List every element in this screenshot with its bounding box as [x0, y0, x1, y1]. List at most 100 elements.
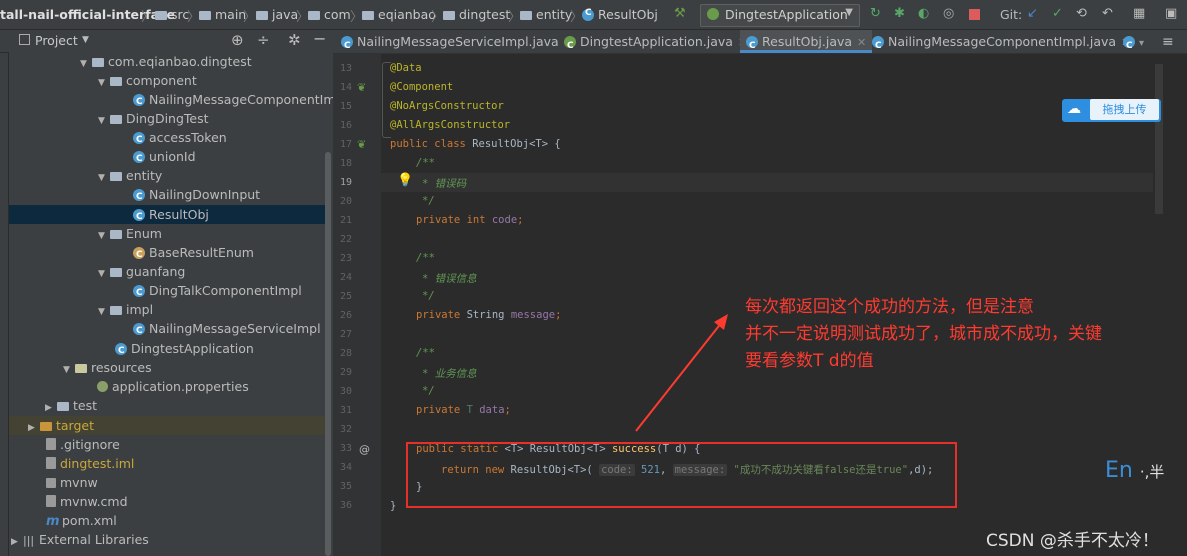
- tree-item-class[interactable]: unionId: [133, 147, 196, 169]
- close-icon[interactable]: ✕: [857, 36, 866, 49]
- code-line-36: }: [390, 500, 397, 512]
- file-icon: [46, 495, 56, 507]
- tree-item-file[interactable]: application.properties: [97, 377, 249, 396]
- line-number: 26: [339, 310, 352, 321]
- tree-item-enum[interactable]: BaseResultEnum: [133, 243, 254, 265]
- breadcrumb-entity[interactable]: entity: [520, 7, 572, 22]
- tree-item-folder[interactable]: ▶ ||| External Libraries: [11, 530, 149, 549]
- spring-boot-icon: [707, 8, 719, 20]
- breadcrumb-eqianbao[interactable]: eqianbao: [362, 7, 436, 22]
- class-icon: [133, 188, 145, 207]
- spring-bean-icon[interactable]: ❦: [357, 138, 366, 151]
- expand-arrow-icon: ▼: [98, 269, 105, 279]
- spring-class-icon: [115, 342, 127, 361]
- breadcrumb-resultobj[interactable]: ResultObj: [582, 7, 658, 22]
- tree-item-folder[interactable]: ▼ entity: [98, 166, 162, 185]
- locate-icon[interactable]: ⊕: [231, 31, 244, 49]
- class-icon: [746, 35, 758, 58]
- rollback-icon[interactable]: ↶: [1102, 6, 1113, 21]
- history-icon[interactable]: ⟲: [1076, 6, 1087, 21]
- tree-item-folder[interactable]: ▼ DingDingTest: [98, 109, 209, 128]
- breadcrumb-com[interactable]: com: [308, 7, 351, 22]
- code-line-28: /**: [416, 347, 435, 359]
- debug-icon[interactable]: ✱: [894, 6, 905, 21]
- tree-item-file[interactable]: m pom.xml: [46, 511, 117, 530]
- hammer-icon[interactable]: ⚒: [674, 6, 686, 21]
- package-icon: [520, 11, 532, 20]
- folder-icon: [110, 268, 122, 277]
- watermark: CSDN @杀手不太冷！: [986, 531, 1159, 551]
- breadcrumb-dingtest[interactable]: dingtest: [443, 7, 510, 22]
- line-number: 27: [339, 329, 352, 340]
- folder-icon: [256, 11, 268, 20]
- tree-item-class[interactable]: NailingMessageServiceImpl: [133, 319, 321, 341]
- code-line-13: @Data: [390, 62, 422, 74]
- line-number: 31: [339, 405, 352, 416]
- profile-icon[interactable]: ◎: [943, 6, 954, 21]
- tree-item-folder[interactable]: ▶ target: [9, 416, 325, 435]
- tab-nailingmessageserviceimpl[interactable]: NailingMessageServiceImpl.java✕: [341, 30, 573, 58]
- library-icon: |||: [23, 534, 35, 547]
- tree-item-file[interactable]: mvnw.cmd: [46, 492, 128, 511]
- spring-bean-icon[interactable]: ❦: [357, 81, 366, 94]
- expand-arrow-icon: ▼: [80, 59, 87, 69]
- ime-indicator[interactable]: En ·,半: [1105, 458, 1164, 483]
- git-commit-icon[interactable]: ✓: [1052, 6, 1063, 21]
- project-panel-title[interactable]: Project: [35, 33, 78, 48]
- tab-dingtestapplication[interactable]: DingtestApplication.java✕: [564, 30, 747, 58]
- git-label: Git:: [1000, 7, 1023, 22]
- tree-item-folder[interactable]: ▼ component: [98, 71, 197, 90]
- tree-item-class[interactable]: NailingMessageComponentImpl: [133, 90, 347, 112]
- upload-badge[interactable]: ☁ 拖拽上传: [1062, 99, 1161, 122]
- chevron-down-icon[interactable]: ▼: [82, 35, 89, 45]
- line-number: 21: [339, 215, 352, 226]
- tree-item-file[interactable]: mvnw: [46, 473, 98, 492]
- coverage-icon[interactable]: ◐: [918, 6, 929, 21]
- chevron-right-icon: 〉: [141, 10, 155, 25]
- tree-scrollbar[interactable]: [325, 152, 331, 556]
- line-number: 13: [339, 63, 352, 74]
- tree-item-class[interactable]: DingTalkComponentImpl: [133, 281, 302, 303]
- code-line-23: /**: [416, 252, 435, 264]
- git-update-icon[interactable]: ↙: [1027, 6, 1038, 21]
- project-structure-icon[interactable]: ▦: [1133, 6, 1145, 21]
- run-configuration-select[interactable]: DingtestApplication ▼: [700, 4, 860, 27]
- lightbulb-icon[interactable]: 💡: [397, 173, 413, 188]
- line-number: 34: [339, 462, 352, 473]
- tree-item-file[interactable]: .gitignore: [46, 435, 120, 454]
- breadcrumb-src[interactable]: src: [155, 7, 189, 22]
- breadcrumb-main[interactable]: main: [199, 7, 246, 22]
- tree-item-folder[interactable]: ▼ impl: [98, 300, 153, 319]
- tree-item-folder[interactable]: ▶ test: [45, 396, 97, 415]
- run-configuration-label: DingtestApplication: [725, 7, 848, 22]
- tree-item-class[interactable]: DingtestApplication: [115, 339, 254, 361]
- collapse-arrow-icon: ▶: [28, 423, 35, 433]
- tree-item-package[interactable]: ▼ com.eqianbao.dingtest: [80, 52, 252, 71]
- file-icon: [46, 438, 56, 450]
- terminal-icon[interactable]: ▣: [1165, 6, 1177, 21]
- upload-badge-label: 拖拽上传: [1090, 99, 1159, 120]
- editor-scrollbar[interactable]: [1155, 64, 1163, 214]
- gear-icon[interactable]: ✲: [288, 31, 301, 49]
- stop-icon[interactable]: [969, 9, 980, 20]
- hide-icon[interactable]: −: [313, 29, 326, 48]
- tab-resultobj[interactable]: ResultObj.java✕: [740, 30, 873, 58]
- tree-item-class-selected[interactable]: ResultObj: [9, 205, 325, 227]
- collapse-all-icon[interactable]: ÷: [257, 31, 270, 49]
- tree-item-folder[interactable]: ▼ Enum: [98, 224, 162, 243]
- breadcrumb-java[interactable]: java: [256, 7, 298, 22]
- highlight-box: [406, 442, 957, 508]
- split-editor-icon[interactable]: ≡: [1162, 34, 1174, 50]
- tab-nailingmessagecomponentimpl[interactable]: NailingMessageComponentImpl.java✕: [872, 30, 1130, 58]
- chevron-right-icon: 〉: [243, 10, 257, 25]
- code-line-26: private String message;: [416, 309, 562, 321]
- module-file-icon: [46, 457, 56, 469]
- tree-item-class[interactable]: NailingDownInput: [133, 185, 260, 207]
- tab-more[interactable]: ▾: [1123, 30, 1144, 58]
- tree-item-file[interactable]: dingtest.iml: [46, 454, 134, 473]
- tree-item-class[interactable]: accessToken: [133, 128, 227, 150]
- run-icon[interactable]: ↻: [870, 6, 881, 21]
- tree-item-folder[interactable]: ▼ guanfang: [98, 262, 185, 281]
- tree-item-folder[interactable]: ▼ resources: [63, 358, 152, 377]
- code-line-24: * 错误信息: [422, 273, 477, 285]
